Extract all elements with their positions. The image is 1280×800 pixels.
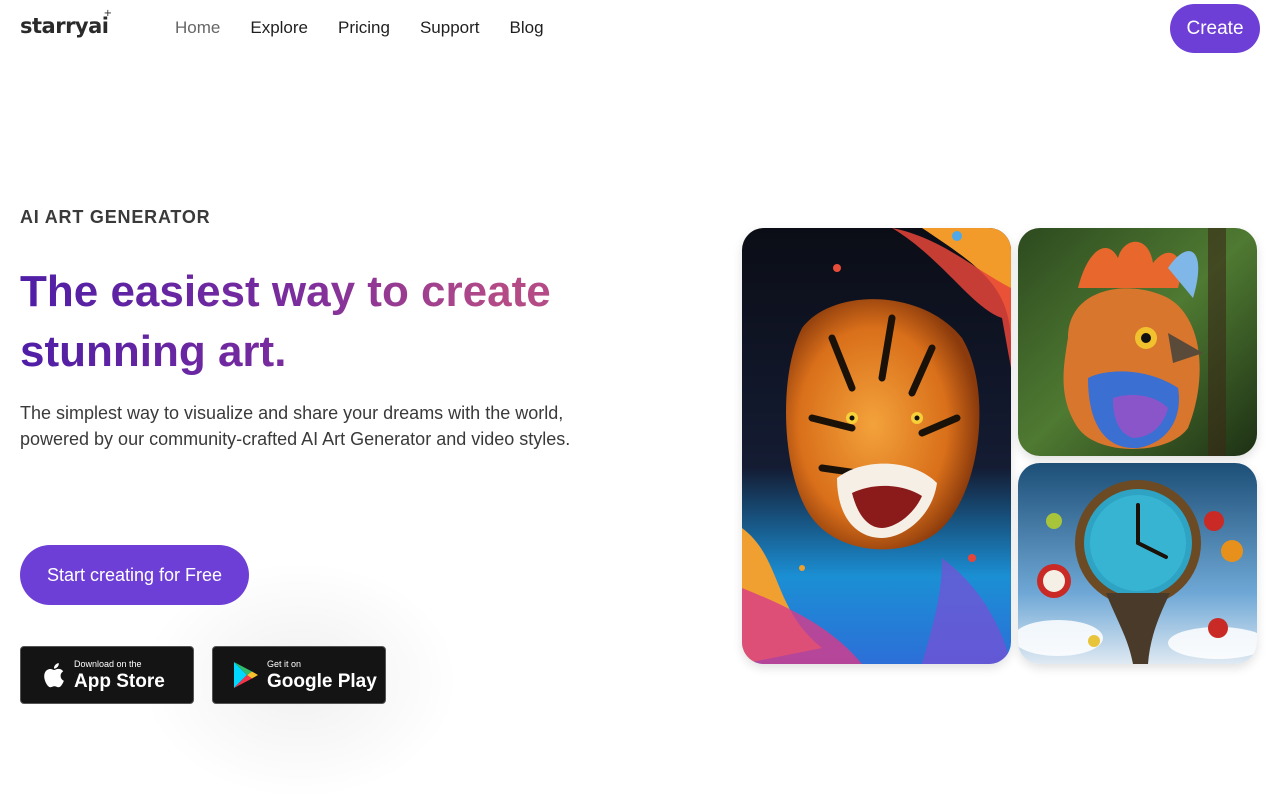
bird-image: [1018, 228, 1257, 456]
hero-subtext: The simplest way to visualize and share …: [20, 403, 571, 449]
sparkle-icon: +: [103, 8, 112, 19]
google-play-big-text: Google Play: [267, 670, 377, 692]
apple-icon: [40, 661, 66, 689]
app-store-big-text: App Store: [74, 670, 165, 692]
logo-text: starryai: [20, 14, 109, 38]
google-play-badge[interactable]: Get it on Google Play: [212, 646, 386, 704]
logo[interactable]: starryai +: [20, 8, 112, 38]
clock-image: [1018, 463, 1257, 664]
main-nav: Home Explore Pricing Support Blog: [175, 17, 544, 39]
nav-home[interactable]: Home: [175, 17, 220, 39]
app-store-badge[interactable]: Download on the App Store: [20, 646, 194, 704]
site-header: starryai + Home Explore Pricing Support …: [0, 0, 1280, 58]
hero-eyebrow: AI ART GENERATOR: [20, 207, 211, 227]
create-button[interactable]: Create: [1170, 4, 1260, 53]
nav-support[interactable]: Support: [420, 17, 480, 39]
nav-blog[interactable]: Blog: [510, 17, 544, 39]
app-store-small-text: Download on the: [74, 658, 142, 669]
google-play-icon: [233, 661, 259, 689]
nav-pricing[interactable]: Pricing: [338, 17, 390, 39]
google-play-small-text: Get it on: [267, 658, 302, 669]
hero-headline: The easiest way to create stunning art.: [20, 262, 620, 382]
tiger-image: [742, 228, 1011, 664]
nav-explore[interactable]: Explore: [250, 17, 308, 39]
start-creating-button[interactable]: Start creating for Free: [20, 545, 249, 605]
